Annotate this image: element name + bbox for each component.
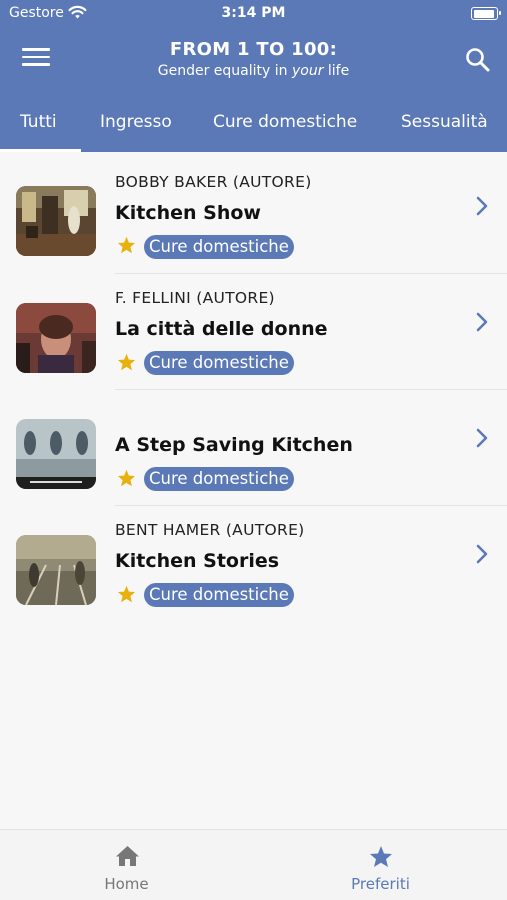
item-title: Kitchen Stories [115,550,280,572]
tabbar-home[interactable]: Home [0,830,253,900]
item-author: F. FELLINI (AUTORE) [115,289,275,307]
tab-sessualita[interactable]: Sessualità [401,112,488,132]
tab-cure-domestiche[interactable]: Cure domestiche [213,112,357,132]
item-thumbnail [16,186,96,256]
tab-ingresso[interactable]: Ingresso [100,112,172,132]
star-icon [117,353,136,371]
item-thumbnail [16,303,96,373]
item-title: Kitchen Show [115,202,261,224]
category-tag: Cure domestiche [144,583,294,607]
item-author: BENT HAMER (AUTORE) [115,521,305,539]
tabbar-favorites-label: Preferiti [351,875,410,893]
star-icon [117,585,136,603]
list-item[interactable]: F. FELLINI (AUTORE) La città delle donne… [0,274,507,390]
tab-tutti[interactable]: Tutti [20,112,57,132]
category-tag: Cure domestiche [144,351,294,375]
category-tag: Cure domestiche [144,467,294,491]
tabbar-favorites[interactable]: Preferiti [254,830,507,900]
star-icon [117,469,136,487]
category-tag: Cure domestiche [144,235,294,259]
home-icon [116,846,139,866]
status-time: 3:14 PM [221,5,286,21]
battery-icon [471,7,501,20]
item-title: La città delle donne [115,318,328,340]
item-author: BOBBY BAKER (AUTORE) [115,173,312,191]
item-thumbnail [16,535,96,605]
chevron-right-icon [476,428,488,448]
page-subtitle: Gender equality in your life [157,63,350,79]
page-title: FROM 1 TO 100: [169,39,338,60]
status-bar: Gestore 3:14 PM [0,0,507,28]
list-item[interactable]: BOBBY BAKER (AUTORE) Kitchen Show Cure d… [0,158,507,274]
item-title: A Step Saving Kitchen [115,434,353,456]
chevron-right-icon [476,196,488,216]
search-icon[interactable] [463,45,493,75]
bottom-tab-bar: Home Preferiti [0,829,507,900]
star-icon [370,846,392,867]
list-item[interactable]: A Step Saving Kitchen Cure domestiche [0,390,507,506]
tabbar-home-label: Home [104,875,149,893]
item-thumbnail [16,419,96,489]
active-tab-indicator [0,149,81,152]
list-item[interactable]: BENT HAMER (AUTORE) Kitchen Stories Cure… [0,506,507,622]
app-header: Gestore 3:14 PM FROM 1 TO 100: Gender eq… [0,0,507,152]
chevron-right-icon [476,312,488,332]
star-icon [117,236,136,254]
chevron-right-icon [476,544,488,564]
